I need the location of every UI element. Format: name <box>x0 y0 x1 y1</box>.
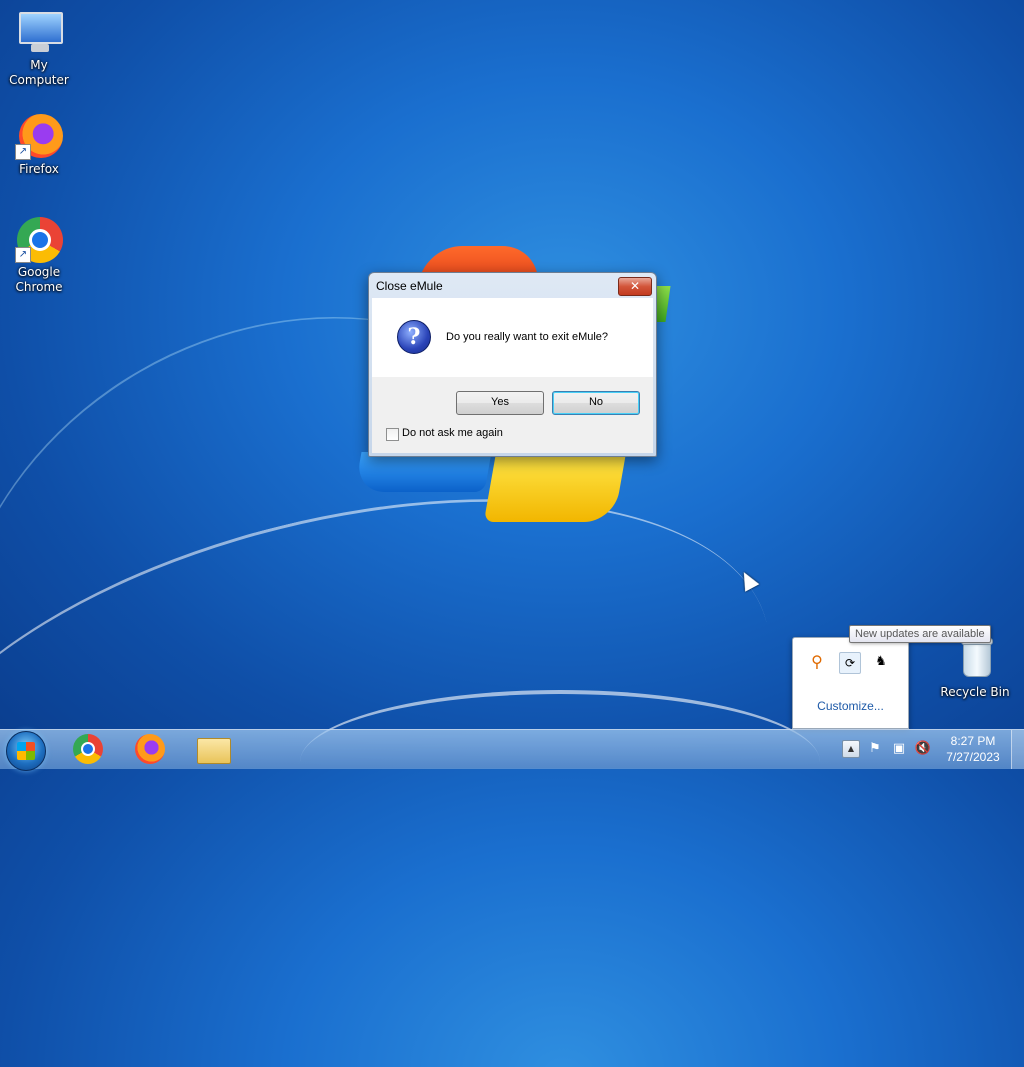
no-button[interactable]: No <box>552 391 640 415</box>
windows-logo-blue <box>354 452 492 492</box>
search-icon[interactable]: ⚲ <box>807 652 827 672</box>
desktop-icon-my-computer[interactable]: My Computer <box>1 8 77 88</box>
close-icon: ✕ <box>629 279 641 293</box>
windows-logo-yellow <box>483 452 627 522</box>
desktop-icon-label: Firefox <box>19 162 59 176</box>
desktop-icon-label: My Computer <box>9 58 69 87</box>
do-not-ask-label[interactable]: Do not ask me again <box>402 427 503 439</box>
start-button[interactable] <box>6 731 46 771</box>
volume-muted-icon[interactable]: 🔇 <box>914 740 932 758</box>
folder-icon <box>197 738 231 764</box>
close-emule-dialog: Close eMule ✕ ? Do you really want to ex… <box>368 272 657 457</box>
shortcut-arrow-icon: ↗ <box>15 247 31 263</box>
update-icon[interactable]: ⟳ <box>839 652 861 674</box>
clock-time: 8:27 PM <box>950 734 996 748</box>
dialog-close-button[interactable]: ✕ <box>618 277 652 296</box>
emule-icon[interactable]: ♞ <box>871 652 891 672</box>
firefox-icon: ↗ <box>15 112 63 160</box>
taskbar-firefox[interactable] <box>124 731 176 768</box>
chrome-icon <box>73 734 103 764</box>
action-center-flag-icon[interactable]: ⚑ <box>866 740 884 758</box>
chrome-icon: ↗ <box>15 215 63 263</box>
tray-overflow-popup: ⚲ ⟳ ♞ Customize... <box>792 637 909 729</box>
firefox-icon <box>135 734 165 764</box>
dialog-message: Do you really want to exit eMule? <box>446 331 609 343</box>
taskbar-explorer[interactable] <box>187 731 239 768</box>
shortcut-arrow-icon: ↗ <box>15 144 31 160</box>
dialog-body: ? Do you really want to exit eMule? <box>372 298 653 377</box>
taskbar-chrome[interactable] <box>62 731 114 768</box>
show-desktop-button[interactable] <box>1011 730 1024 769</box>
updates-tooltip: New updates are available <box>849 625 991 643</box>
desktop-icon-google-chrome[interactable]: ↗ Google Chrome <box>1 215 77 295</box>
clock[interactable]: 8:27 PM 7/27/2023 <box>938 733 1008 765</box>
customize-link[interactable]: Customize... <box>793 699 908 713</box>
desktop-icon-label: Google Chrome <box>15 265 63 294</box>
yes-button[interactable]: Yes <box>456 391 544 415</box>
dialog-footer: Yes No Do not ask me again <box>372 377 653 453</box>
desktop-icon-recycle-bin[interactable]: Recycle Bin <box>937 635 1013 700</box>
dialog-title: Close eMule <box>376 279 443 293</box>
windows-logo-icon <box>17 742 35 760</box>
desktop-icon-firefox[interactable]: ↗ Firefox <box>1 112 77 177</box>
computer-icon <box>15 8 63 56</box>
clock-date: 7/27/2023 <box>946 750 1000 764</box>
do-not-ask-checkbox[interactable] <box>386 428 399 441</box>
network-icon[interactable]: ▣ <box>890 740 908 758</box>
taskbar: ▲ ⚑ ▣ 🔇 8:27 PM 7/27/2023 <box>0 729 1024 771</box>
show-hidden-icons-button[interactable]: ▲ <box>842 740 860 758</box>
desktop-icon-label: Recycle Bin <box>940 685 1010 699</box>
question-icon: ? <box>397 320 431 354</box>
